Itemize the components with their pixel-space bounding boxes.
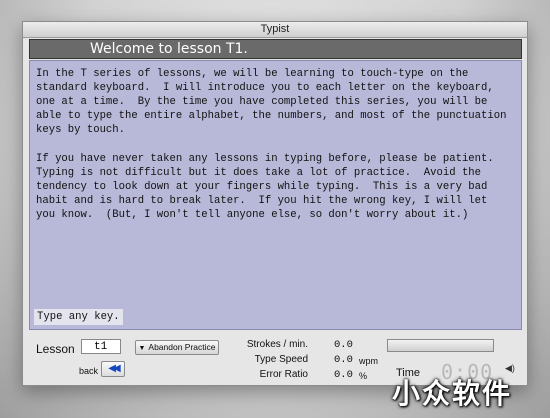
lesson-text: In the T series of lessons, we will be l… xyxy=(36,68,507,221)
rewind-icon: ◀◀ xyxy=(108,363,121,374)
back-label: back xyxy=(79,366,99,376)
type-speed-label: Type Speed xyxy=(254,354,308,365)
abandon-practice-label: Abandon Practice xyxy=(148,342,216,352)
app-window: Typist Welcome to lesson T1. In the T se… xyxy=(22,21,528,386)
abandon-practice-button[interactable]: ▼ Abandon Practice xyxy=(135,340,219,355)
error-ratio-label: Error Ratio xyxy=(259,369,308,380)
lesson-content[interactable]: In the T series of lessons, we will be l… xyxy=(29,60,522,330)
type-prompt: Type any key. xyxy=(34,309,123,325)
type-speed-value: 0.0 xyxy=(334,354,353,366)
strokes-label: Strokes / min. xyxy=(246,339,308,350)
lesson-label: Lesson xyxy=(36,342,75,356)
lesson-header: Welcome to lesson T1. xyxy=(29,39,522,59)
strokes-value: 0.0 xyxy=(334,339,353,351)
back-button[interactable]: ◀◀ xyxy=(101,361,125,377)
type-speed-unit: wpm xyxy=(359,356,379,366)
error-ratio-value: 0.0 xyxy=(334,369,353,381)
error-ratio-unit: % xyxy=(359,371,368,381)
window-title: Typist xyxy=(23,22,527,38)
watermark-logo: 小众软件 xyxy=(392,377,513,410)
lesson-header-text: Welcome to lesson T1. xyxy=(90,41,248,57)
triangle-down-icon: ▼ xyxy=(138,345,146,352)
progress-bar xyxy=(387,339,494,352)
lesson-field[interactable]: t1 xyxy=(81,339,121,354)
